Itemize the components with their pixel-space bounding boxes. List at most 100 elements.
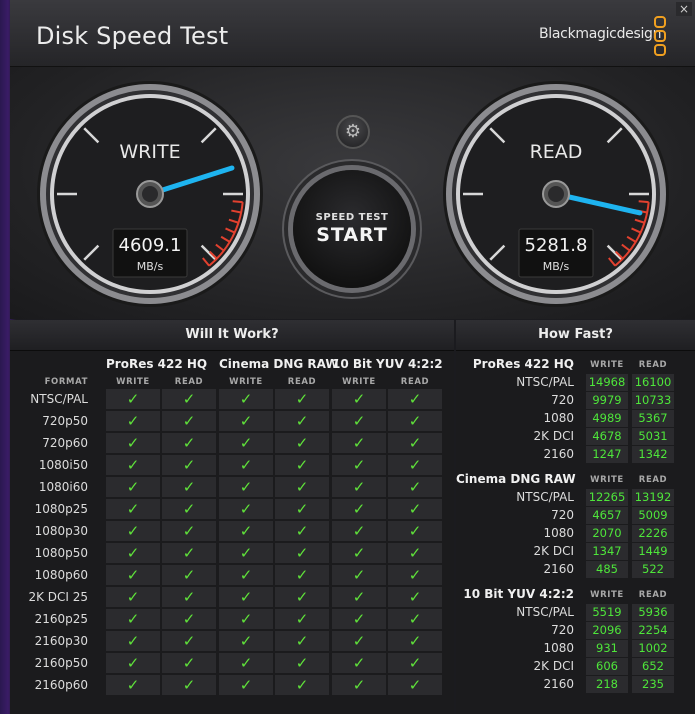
table-row: 2160 218 235 xyxy=(456,676,695,693)
compatibility-cell: ✓ xyxy=(219,433,273,453)
format-label: 2160p60 xyxy=(34,678,88,692)
format-label: 1080p25 xyxy=(34,502,88,516)
compatibility-cell: ✓ xyxy=(162,433,216,453)
read-fps-value: 10733 xyxy=(632,392,674,409)
check-icon: ✓ xyxy=(126,676,140,694)
table-row: 1080p25 ✓ ✓ ✓ ✓ ✓ ✓ xyxy=(10,499,454,519)
check-icon: ✓ xyxy=(126,632,140,650)
compatibility-cell: ✓ xyxy=(162,631,216,651)
compatibility-cell: ✓ xyxy=(162,389,216,409)
check-icon: ✓ xyxy=(295,566,309,584)
check-icon: ✓ xyxy=(182,610,196,628)
read-gauge: READ 5281.8 MB/s xyxy=(443,81,669,307)
compatibility-cell: ✓ xyxy=(106,631,160,651)
table-row: 2K DCI 4678 5031 xyxy=(456,428,695,445)
check-icon: ✓ xyxy=(239,610,253,628)
settings-button[interactable]: ⚙ xyxy=(336,115,370,149)
format-label: 720 xyxy=(551,623,574,637)
check-icon: ✓ xyxy=(239,412,253,430)
check-icon: ✓ xyxy=(182,500,196,518)
format-label: 1080p50 xyxy=(34,546,88,560)
table-row: 2160p25 ✓ ✓ ✓ ✓ ✓ ✓ xyxy=(10,609,454,629)
write-fps-value: 4678 xyxy=(586,428,628,445)
check-icon: ✓ xyxy=(295,588,309,606)
check-icon: ✓ xyxy=(352,588,366,606)
compatibility-cell: ✓ xyxy=(388,499,442,519)
check-icon: ✓ xyxy=(126,544,140,562)
check-icon: ✓ xyxy=(182,632,196,650)
compatibility-cell: ✓ xyxy=(332,565,386,585)
read-fps-value: 522 xyxy=(632,561,674,578)
compatibility-cell: ✓ xyxy=(162,675,216,695)
check-icon: ✓ xyxy=(408,676,422,694)
how-fast-title: How Fast? xyxy=(456,320,695,351)
format-label: NTSC/PAL xyxy=(516,375,574,389)
compatibility-cell: ✓ xyxy=(106,411,160,431)
table-row: 1080 931 1002 xyxy=(456,640,695,657)
check-icon: ✓ xyxy=(126,456,140,474)
gear-icon: ⚙ xyxy=(344,121,362,142)
read-fps-value: 2226 xyxy=(632,525,674,542)
check-icon: ✓ xyxy=(408,632,422,650)
check-icon: ✓ xyxy=(352,478,366,496)
compatibility-cell: ✓ xyxy=(332,477,386,497)
check-icon: ✓ xyxy=(408,456,422,474)
write-fps-value: 2096 xyxy=(586,622,628,639)
check-icon: ✓ xyxy=(239,434,253,452)
compatibility-cell: ✓ xyxy=(106,565,160,585)
write-fps-value: 4657 xyxy=(586,507,628,524)
close-button[interactable]: × xyxy=(676,2,692,16)
read-fps-value: 1342 xyxy=(632,446,674,463)
compatibility-cell: ✓ xyxy=(219,499,273,519)
table-row: NTSC/PAL 12265 13192 xyxy=(456,489,695,506)
read-gauge-label: READ xyxy=(530,141,583,163)
compatibility-cell: ✓ xyxy=(106,389,160,409)
read-column-header: READ xyxy=(174,377,204,387)
format-label: 2K DCI xyxy=(533,659,574,673)
read-column-header: READ xyxy=(638,475,668,485)
check-icon: ✓ xyxy=(352,500,366,518)
compatibility-cell: ✓ xyxy=(275,631,329,651)
read-fps-value: 16100 xyxy=(632,374,674,391)
check-icon: ✓ xyxy=(352,412,366,430)
write-speed-value: 4609.1 xyxy=(119,235,182,256)
check-icon: ✓ xyxy=(182,478,196,496)
format-label: 2160 xyxy=(543,447,574,461)
format-label: NTSC/PAL xyxy=(30,392,88,406)
check-icon: ✓ xyxy=(408,522,422,540)
how-fast-panel: How Fast? ProRes 422 HQ WRITE READ NTSC/PAL… xyxy=(456,320,695,714)
check-icon: ✓ xyxy=(408,434,422,452)
table-row: 720 4657 5009 xyxy=(456,507,695,524)
compatibility-cell: ✓ xyxy=(106,455,160,475)
start-button[interactable]: SPEED TEST START xyxy=(293,170,411,288)
app-title: Disk Speed Test xyxy=(36,22,229,50)
compatibility-cell: ✓ xyxy=(388,411,442,431)
read-column-header: READ xyxy=(400,377,430,387)
table-row: NTSC/PAL ✓ ✓ ✓ ✓ ✓ ✓ xyxy=(10,389,454,409)
check-icon: ✓ xyxy=(408,566,422,584)
check-icon: ✓ xyxy=(182,456,196,474)
format-label: 2K DCI xyxy=(533,429,574,443)
format-label: 720 xyxy=(551,508,574,522)
check-icon: ✓ xyxy=(352,610,366,628)
check-icon: ✓ xyxy=(239,632,253,650)
check-icon: ✓ xyxy=(239,522,253,540)
compatibility-cell: ✓ xyxy=(275,609,329,629)
write-gauge-label: WRITE xyxy=(119,141,180,163)
check-icon: ✓ xyxy=(295,676,309,694)
write-column-header: WRITE xyxy=(342,377,376,387)
check-icon: ✓ xyxy=(408,588,422,606)
check-icon: ✓ xyxy=(182,676,196,694)
write-fps-value: 14968 xyxy=(586,374,628,391)
compatibility-cell: ✓ xyxy=(275,543,329,563)
write-fps-value: 931 xyxy=(586,640,628,657)
compatibility-cell: ✓ xyxy=(332,499,386,519)
compatibility-cell: ✓ xyxy=(388,631,442,651)
compatibility-cell: ✓ xyxy=(275,587,329,607)
format-label: 2160 xyxy=(543,562,574,576)
read-fps-value: 652 xyxy=(632,658,674,675)
check-icon: ✓ xyxy=(126,588,140,606)
compatibility-cell: ✓ xyxy=(388,455,442,475)
format-label: 720p50 xyxy=(42,414,88,428)
read-fps-value: 5009 xyxy=(632,507,674,524)
